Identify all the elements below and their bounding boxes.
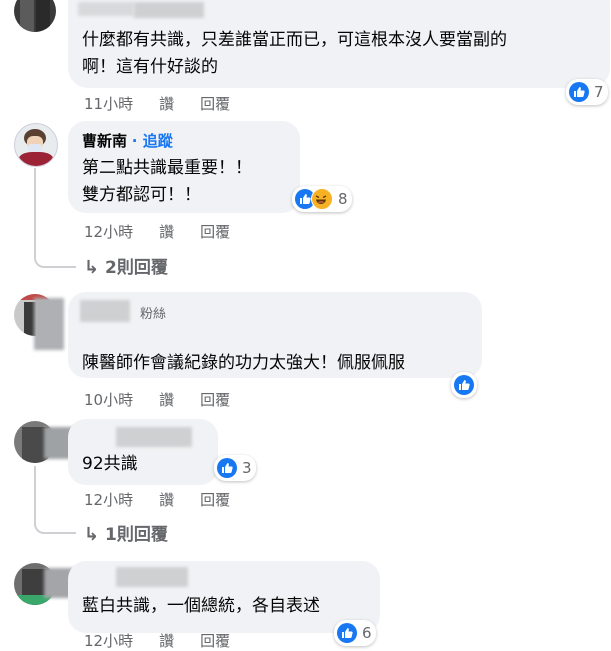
- comment-text-line: 陳醫師作會議紀錄的功力太強大！佩服佩服: [82, 353, 405, 373]
- comment-text-line: 什麼都有共識，只差誰當正而已，可這根本沒人要當副的: [82, 30, 507, 50]
- like-button[interactable]: 讚: [159, 632, 174, 650]
- like-button[interactable]: 讚: [159, 391, 174, 409]
- reaction-summary[interactable]: 6: [334, 620, 376, 646]
- comment-text-line: 啊！這有什好談的: [82, 57, 218, 77]
- comment-text-line: 92共識: [82, 454, 138, 474]
- comment-timestamp[interactable]: 10小時: [84, 391, 133, 409]
- commenter-name-redacted: [116, 567, 188, 587]
- reaction-summary[interactable]: 8: [292, 186, 352, 212]
- comment-bubble: 粉絲 陳醫師作會議紀錄的功力太強大！佩服佩服: [68, 292, 482, 378]
- reaction-summary[interactable]: 3: [214, 455, 256, 481]
- view-replies-link[interactable]: ↳ 1則回覆: [84, 520, 168, 545]
- reaction-summary[interactable]: [451, 372, 477, 398]
- comment-bubble: 藍白共識，一個總統，各自表述: [68, 561, 380, 633]
- reply-arrow-icon: ↳: [84, 524, 100, 545]
- like-button[interactable]: 讚: [159, 223, 174, 241]
- comment-bubble: 什麼都有共識，只差誰當正而已，可這根本沒人要當副的 啊！這有什好談的: [68, 0, 610, 88]
- comment-timestamp[interactable]: 11小時: [84, 95, 133, 113]
- reply-button[interactable]: 回覆: [200, 223, 230, 241]
- reaction-count: 6: [362, 624, 372, 642]
- follow-link[interactable]: · 追蹤: [132, 132, 173, 150]
- commenter-avatar[interactable]: [14, 123, 58, 167]
- commenter-name-redacted: [78, 2, 134, 16]
- like-icon: [217, 458, 237, 478]
- view-replies-label: 1則回覆: [105, 525, 168, 545]
- reply-arrow-icon: ↳: [84, 257, 100, 278]
- comment-actions: 10小時 讚 回覆: [84, 389, 256, 410]
- commenter-name-redacted: [134, 2, 204, 18]
- reaction-summary[interactable]: 7: [566, 79, 608, 105]
- commenter-name[interactable]: 曹新南: [82, 132, 127, 150]
- reply-button[interactable]: 回覆: [200, 391, 230, 409]
- like-button[interactable]: 讚: [159, 95, 174, 113]
- comment-text-line: 雙方都認可！！: [82, 185, 201, 205]
- commenter-avatar[interactable]: [14, 0, 56, 32]
- reaction-count: 3: [242, 459, 252, 477]
- comment-actions: 12小時 讚 回覆: [84, 630, 256, 651]
- like-button[interactable]: 讚: [159, 491, 174, 509]
- commenter-name-redacted: [34, 298, 64, 350]
- commenter-name-redacted: [116, 427, 192, 447]
- view-replies-label: 2則回覆: [105, 258, 168, 278]
- comment-bubble: 曹新南 · 追蹤 第二點共識最重要！！ 雙方都認可！！: [68, 121, 300, 213]
- like-icon: [454, 375, 474, 395]
- reply-button[interactable]: 回覆: [200, 632, 230, 650]
- reaction-count: 7: [594, 83, 604, 101]
- like-icon: [569, 82, 589, 102]
- view-replies-link[interactable]: ↳ 2則回覆: [84, 253, 168, 278]
- comment-timestamp[interactable]: 12小時: [84, 632, 133, 650]
- reaction-count: 8: [338, 190, 348, 208]
- comment-bubble: 92共識: [68, 419, 218, 485]
- haha-icon: [311, 188, 333, 210]
- comment-text-line: 藍白共識，一個總統，各自表述: [82, 596, 320, 616]
- comment-text-line: 第二點共識最重要！！: [82, 158, 252, 178]
- reply-button[interactable]: 回覆: [200, 491, 230, 509]
- commenter-name-redacted: [80, 300, 130, 322]
- comment-actions: 11小時 讚 回覆: [84, 93, 256, 114]
- comment-actions: 12小時 讚 回覆: [84, 221, 256, 242]
- reply-button[interactable]: 回覆: [200, 95, 230, 113]
- fan-badge: 粉絲: [140, 307, 167, 322]
- comment-timestamp[interactable]: 12小時: [84, 223, 133, 241]
- comment-timestamp[interactable]: 12小時: [84, 491, 133, 509]
- comment-actions: 12小時 讚 回覆: [84, 489, 256, 510]
- like-icon: [337, 623, 357, 643]
